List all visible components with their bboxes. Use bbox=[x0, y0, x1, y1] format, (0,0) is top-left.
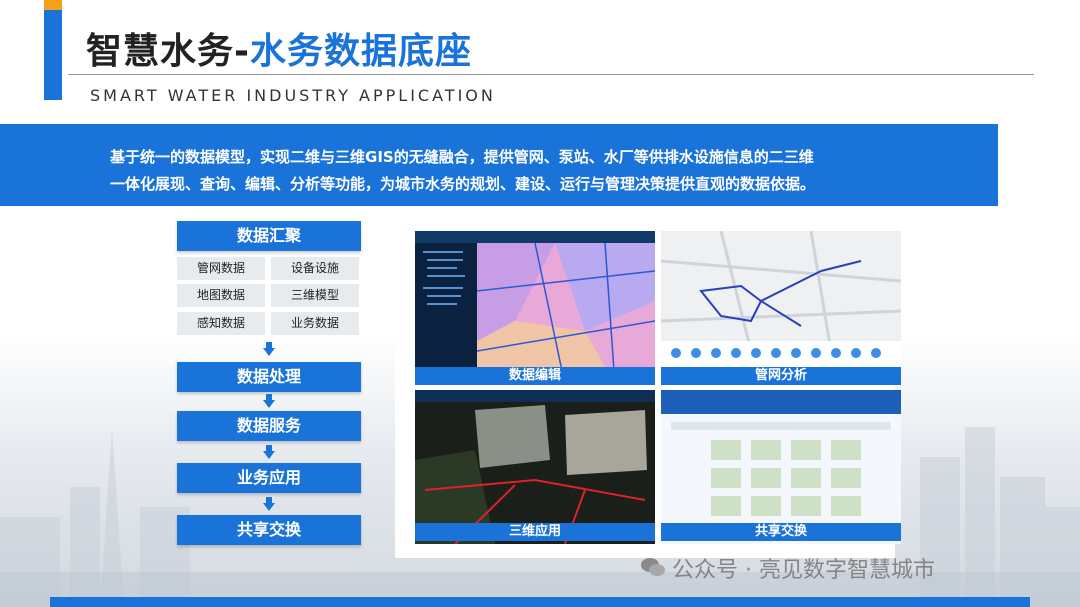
tile-pipe-analysis bbox=[661, 231, 901, 385]
chip-pipe-data: 管网数据 bbox=[177, 257, 265, 280]
caption-data-editing: 数据编辑 bbox=[415, 367, 655, 385]
page-title-highlight: 水务数据底座 bbox=[249, 31, 472, 72]
chip-3d-model: 三维模型 bbox=[271, 284, 359, 307]
caption-3d-application: 三维应用 bbox=[415, 523, 655, 541]
caption-pipe-analysis: 管网分析 bbox=[661, 367, 901, 385]
step-data-aggregation: 数据汇聚 bbox=[177, 221, 361, 251]
arrow-down-icon bbox=[263, 445, 275, 459]
description-line-2: 一体化展现、查询、编辑、分析等功能，为城市水务的规划、建设、运行与管理决策提供直… bbox=[110, 175, 816, 193]
wechat-icon bbox=[641, 558, 665, 576]
step-business-application: 业务应用 bbox=[177, 463, 361, 493]
tile-3d-application bbox=[415, 390, 655, 544]
description-line-1: 基于统一的数据模型，实现二维与三维GIS的无缝融合，提供管网、泵站、水厂等供排水… bbox=[110, 148, 814, 166]
footer-bar bbox=[50, 597, 1030, 607]
chip-sensor-data: 感知数据 bbox=[177, 312, 265, 335]
tile-data-editing bbox=[415, 231, 655, 385]
step-data-service: 数据服务 bbox=[177, 411, 361, 441]
arrow-down-icon bbox=[263, 394, 275, 408]
3d-application-screenshot bbox=[415, 390, 655, 544]
title-accent-bar bbox=[44, 0, 62, 100]
caption-shared-exchange: 共享交换 bbox=[661, 523, 901, 541]
arrow-down-icon bbox=[263, 497, 275, 511]
arrow-down-icon bbox=[263, 342, 275, 356]
tile-shared-exchange bbox=[661, 390, 901, 544]
data-editing-screenshot bbox=[415, 231, 655, 385]
description-banner: 基于统一的数据模型，实现二维与三维GIS的无缝融合，提供管网、泵站、水厂等供排水… bbox=[0, 124, 998, 206]
chip-business-data: 业务数据 bbox=[271, 312, 359, 335]
screenshot-gallery: 数据编辑 管网分析 三维应用 共享交换 bbox=[395, 222, 901, 558]
step-data-processing: 数据处理 bbox=[177, 362, 361, 392]
page-title: 智慧水务-水务数据底座 bbox=[86, 31, 472, 72]
shared-exchange-screenshot bbox=[661, 390, 901, 544]
chip-map-data: 地图数据 bbox=[177, 284, 265, 307]
chip-equipment: 设备设施 bbox=[271, 257, 359, 280]
page-subtitle: SMART WATER INDUSTRY APPLICATION bbox=[90, 86, 496, 105]
watermark-text: 公众号 · 亮见数字智慧城市 bbox=[672, 558, 935, 583]
pipe-analysis-screenshot bbox=[661, 231, 901, 385]
title-accent-top bbox=[44, 0, 62, 10]
step-shared-exchange: 共享交换 bbox=[177, 515, 361, 545]
title-divider bbox=[68, 74, 1034, 75]
